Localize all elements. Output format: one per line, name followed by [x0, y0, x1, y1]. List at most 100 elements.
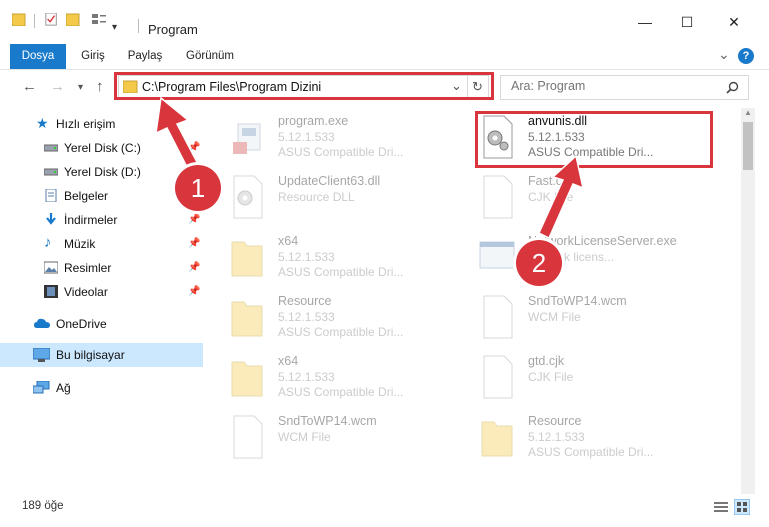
file-name: gtd.cjk [528, 354, 565, 368]
tab-paylas[interactable]: Paylaş [121, 44, 169, 69]
videos-icon [44, 285, 58, 298]
sidebar-item-label: Bu bilgisayar [56, 348, 125, 362]
up-button[interactable]: ↑ [96, 78, 104, 95]
music-icon: ♪ [44, 234, 52, 251]
sidebar-item-label: Resimler [64, 261, 112, 275]
file-version: 5.12.1.533 [278, 250, 335, 264]
window-title: Program [148, 22, 198, 37]
file-name: UpdateClient63.dll [278, 174, 381, 188]
vertical-scrollbar[interactable]: ▲ [741, 108, 755, 494]
sidebar-item-quick-access[interactable]: ★ Hızlı erişim [0, 112, 203, 136]
properties-check-icon[interactable] [44, 13, 59, 26]
forward-button[interactable]: → [50, 78, 65, 95]
file-item[interactable]: NetworkLicenseServer.exe network licens.… [460, 230, 690, 286]
back-button[interactable]: ← [22, 78, 37, 95]
divider [138, 19, 139, 33]
sidebar-item-onedrive[interactable]: OneDrive [0, 312, 203, 336]
pin-icon[interactable]: 📌 [188, 262, 200, 273]
file-name: Resource [278, 294, 332, 308]
file-item[interactable]: Fast.cjk CJK File [460, 170, 690, 226]
sidebar-item-music[interactable]: ♪ Müzik 📌 [0, 232, 203, 256]
pin-icon[interactable]: 📌 [188, 238, 200, 249]
sidebar-item-this-pc[interactable]: Bu bilgisayar [0, 343, 203, 367]
sidebar-item-label: Videolar [64, 285, 108, 299]
search-box[interactable] [500, 75, 749, 100]
folder-item[interactable]: Resource 5.12.1.533 ASUS Compatible Dri.… [210, 290, 440, 346]
documents-icon [45, 189, 57, 202]
file-item[interactable]: gtd.cjk CJK File [460, 350, 690, 406]
search-input[interactable] [511, 79, 721, 93]
cloud-icon [34, 318, 50, 328]
details-view-icon[interactable] [714, 501, 728, 514]
file-name: Resource [528, 414, 582, 428]
help-icon[interactable]: ? [738, 48, 754, 64]
file-description: ASUS Compatible Dri... [278, 385, 404, 399]
recent-locations-button[interactable]: ▾ [78, 82, 83, 93]
sidebar-item-network[interactable]: Ağ [0, 376, 203, 400]
maximize-button[interactable]: ☐ [664, 14, 710, 44]
exe-icon [233, 123, 261, 154]
title-bar: ▾ Program — ☐ ✕ [0, 0, 769, 40]
file-item[interactable]: UpdateClient63.dll Resource DLL [210, 170, 440, 226]
folder-icon [231, 241, 263, 277]
step-badge-1: 1 [175, 165, 221, 211]
tab-gorunum[interactable]: Görünüm [178, 44, 242, 69]
qat-dropdown-icon[interactable]: ▾ [112, 22, 117, 33]
file-type: WCM File [278, 430, 331, 444]
sidebar-item-label: İndirmeler [64, 213, 118, 227]
star-icon: ★ [36, 115, 49, 131]
file-description: ASUS Compatible Dri... [278, 265, 404, 279]
drive-icon [44, 144, 58, 152]
folder-icon [231, 361, 263, 397]
tab-dosya[interactable]: Dosya [10, 44, 66, 69]
new-folder-icon[interactable] [66, 13, 81, 26]
scroll-up-icon[interactable]: ▲ [744, 108, 752, 117]
address-highlight-box [114, 72, 494, 100]
sidebar-item-downloads[interactable]: İndirmeler 📌 [0, 208, 203, 232]
file-item[interactable]: SndToWP14.wcm WCM File [460, 290, 690, 346]
sidebar-item-label: Ağ [56, 381, 71, 395]
ribbon-tabs: Dosya Giriş Paylaş Görünüm ⌄ ? [0, 44, 769, 70]
pin-icon[interactable]: 📌 [188, 142, 200, 153]
folder-item[interactable]: x64 5.12.1.533 ASUS Compatible Dri... [210, 350, 440, 406]
file-type: Resource DLL [278, 190, 355, 204]
pin-icon[interactable]: 📌 [188, 214, 200, 225]
ribbon-expand-icon[interactable]: ⌄ [718, 46, 730, 63]
sidebar-item-videos[interactable]: Videolar 📌 [0, 280, 203, 304]
file-type: WCM File [528, 310, 581, 324]
file-item[interactable]: program.exe 5.12.1.533 ASUS Compatible D… [210, 110, 440, 166]
search-icon[interactable] [726, 81, 739, 94]
file-version: 5.12.1.533 [278, 130, 335, 144]
file-version: 5.12.1.533 [278, 370, 335, 384]
file-item[interactable]: SndToWP14.wcm WCM File [210, 410, 440, 466]
sidebar-item-local-disk-c[interactable]: Yerel Disk (C:) 📌 [0, 136, 203, 160]
sidebar-item-label: Yerel Disk (D:) [64, 165, 141, 179]
folder-item[interactable]: Resource 5.12.1.533 ASUS Compatible Dri.… [460, 410, 690, 466]
minimize-button[interactable]: — [622, 14, 668, 44]
pictures-icon [44, 261, 58, 274]
folder-icon [231, 301, 263, 337]
pin-icon[interactable]: 📌 [188, 286, 200, 297]
sidebar-item-local-disk-d[interactable]: Yerel Disk (D:) [0, 160, 203, 184]
folder-item[interactable]: x64 5.12.1.533 ASUS Compatible Dri... [210, 230, 440, 286]
close-button[interactable]: ✕ [711, 14, 757, 44]
blank-file-icon [483, 295, 513, 339]
file-description: ASUS Compatible Dri... [278, 325, 404, 339]
blank-file-icon [233, 415, 263, 459]
sidebar-item-documents[interactable]: Belgeler 📌 [0, 184, 203, 208]
status-bar: 189 öğe [0, 494, 769, 527]
file-name: x64 [278, 234, 299, 248]
scroll-thumb[interactable] [743, 122, 753, 170]
tab-giris[interactable]: Giriş [72, 44, 114, 69]
window-exe-icon [479, 241, 515, 269]
step-badge-2: 2 [516, 240, 562, 286]
view-options-icon[interactable] [92, 13, 107, 26]
navigation-pane: ★ Hızlı erişim Yerel Disk (C:) 📌 Yerel D… [0, 108, 205, 495]
computer-icon [33, 348, 50, 362]
large-icons-view-icon[interactable] [734, 499, 750, 515]
file-name: program.exe [278, 114, 349, 128]
divider [34, 14, 35, 28]
file-type: CJK File [528, 370, 574, 384]
sidebar-item-pictures[interactable]: Resimler 📌 [0, 256, 203, 280]
file-name: x64 [278, 354, 299, 368]
